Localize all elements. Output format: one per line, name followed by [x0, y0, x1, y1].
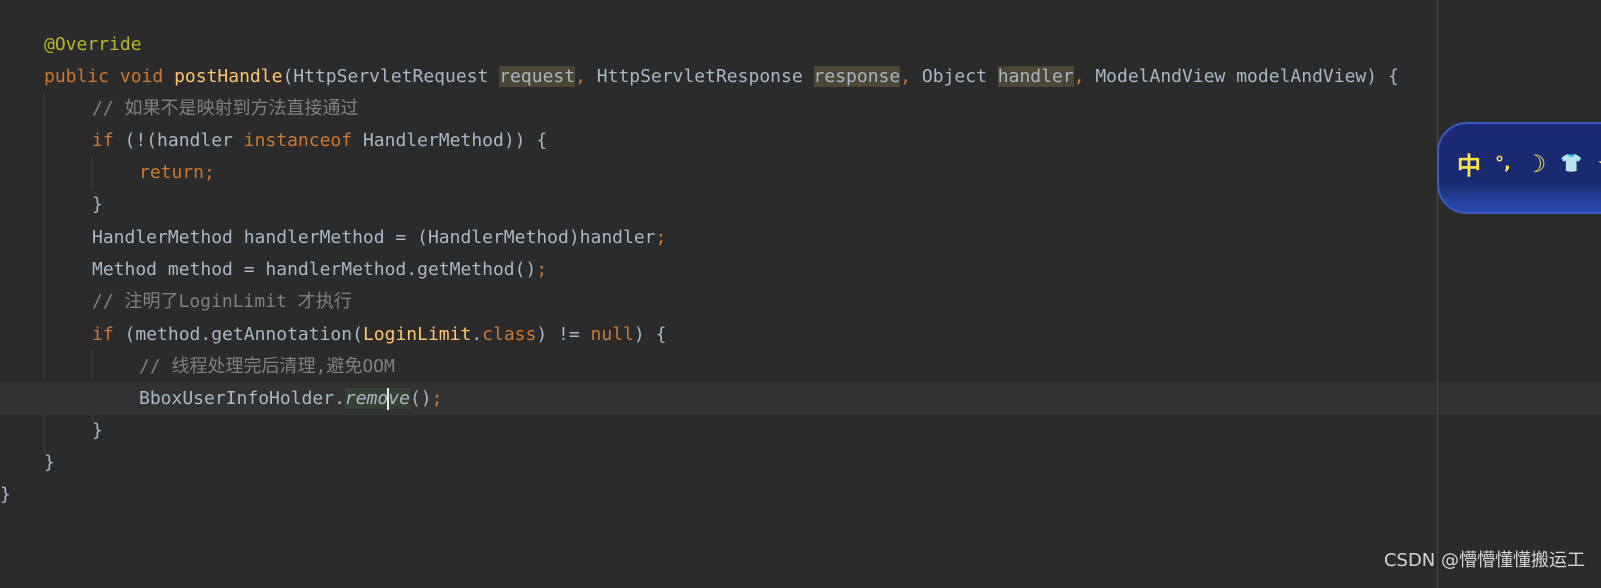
type-token: ModelAndView [1095, 66, 1226, 87]
keyword-token: instanceof [243, 130, 353, 151]
code-line[interactable]: Method method = handlerMethod.getMethod(… [0, 253, 547, 286]
brace-token: } [92, 420, 103, 441]
code-token: Method method = handlerMethod.getMethod(… [92, 259, 537, 280]
code-line[interactable]: // 线程处理完后清理,避免OOM [0, 350, 395, 383]
punctuation-icon[interactable]: °, [1495, 153, 1511, 174]
skin-icon[interactable]: 👕 [1560, 153, 1582, 174]
annotation-token: @Override [44, 34, 142, 55]
keyword-token: null [590, 324, 634, 345]
semicolon-token: ; [204, 162, 215, 183]
code-line[interactable]: } [0, 188, 103, 221]
brace-token: ) { [1366, 66, 1399, 87]
code-line[interactable]: // 注明了LoginLimit 才执行 [0, 285, 352, 318]
code-token: (!(handler [113, 130, 244, 151]
ime-mode-toggle[interactable]: 中 [1457, 146, 1481, 181]
code-line[interactable]: HandlerMethod handlerMethod = (HandlerMe… [0, 221, 666, 254]
moon-icon[interactable]: ☽ [1525, 150, 1547, 178]
code-token: ) != [536, 324, 591, 345]
watermark-text: CSDN @懵懵懂懂搬运工 [1383, 550, 1585, 571]
keyword-token: class [482, 324, 537, 345]
keyword-token: public [44, 66, 110, 87]
param-token: modelAndView [1236, 66, 1367, 87]
comment-token: // 如果不是映射到方法直接通过 [92, 98, 359, 119]
method-token: remove [344, 388, 410, 410]
code-line[interactable]: if (method.getAnnotation(LoginLimit.clas… [0, 318, 666, 351]
semicolon-token: ; [655, 227, 667, 248]
brace-token: } [92, 194, 103, 215]
semicolon-token: ; [536, 259, 548, 280]
code-line[interactable]: public void postHandle(HttpServletReques… [0, 60, 1399, 93]
return-statement: return; [139, 156, 215, 189]
code-line[interactable]: // 如果不是映射到方法直接通过 [0, 92, 359, 125]
code-line[interactable]: return; [0, 156, 215, 189]
current-code-line[interactable]: BboxUserInfoHolder.remove(); [0, 382, 1601, 415]
code-line[interactable]: if (!(handler instanceof HandlerMethod))… [0, 124, 547, 157]
brace-token: } [44, 452, 55, 473]
code-line[interactable]: } [0, 414, 103, 447]
param-token: request [499, 66, 576, 87]
class-token: LoginLimit [362, 324, 472, 345]
code-token: HandlerMethod)) { [352, 130, 548, 151]
if-statement: if (method.getAnnotation(LoginLimit.clas… [92, 318, 666, 351]
type-token: HttpServletResponse [596, 66, 803, 87]
ime-toolbar-glow [1439, 186, 1601, 212]
code-line[interactable]: @Override [0, 28, 142, 61]
param-token: handler [997, 66, 1074, 87]
code-line[interactable]: } [0, 478, 43, 511]
code-token: ) { [633, 324, 667, 345]
param-token: response [813, 66, 901, 87]
type-token: HttpServletRequest [293, 66, 489, 87]
star-icon[interactable]: ★ [1597, 150, 1601, 178]
keyword-token: if [92, 130, 114, 151]
code-token: HandlerMethod handlerMethod = (HandlerMe… [92, 227, 656, 248]
ime-toolbar[interactable]: 中 °, ☽ 👕 ★ [1437, 122, 1601, 214]
statement: BboxUserInfoHolder.remove(); [139, 382, 442, 415]
method-token-part: remo [344, 388, 389, 409]
comment-token: // 线程处理完后清理,避免OOM [139, 356, 395, 377]
code-token: BboxUserInfoHolder. [139, 388, 345, 409]
code-token: . [471, 324, 483, 345]
keyword-token: void [119, 66, 164, 87]
code-token: () [409, 388, 432, 409]
keyword-token: return [139, 162, 205, 183]
brace-token: } [0, 484, 11, 505]
right-margin-guide [1437, 0, 1438, 588]
code-editor[interactable]: @Override public void postHandle(HttpSer… [0, 0, 1601, 588]
statement: Method method = handlerMethod.getMethod(… [92, 253, 547, 286]
code-token: (method.getAnnotation( [113, 324, 363, 345]
if-statement: if (!(handler instanceof HandlerMethod))… [92, 124, 547, 157]
semicolon-token: ; [431, 388, 443, 409]
code-line[interactable]: } [0, 446, 55, 479]
method-signature: public void postHandle(HttpServletReques… [44, 66, 1399, 87]
keyword-token: if [92, 324, 114, 345]
comment-token: // 注明了LoginLimit 才执行 [92, 291, 352, 312]
ime-toolbar-icons: 中 °, ☽ 👕 ★ [1457, 146, 1601, 181]
indent-guide [92, 156, 93, 190]
method-token-part: ve [388, 388, 410, 409]
type-token: Object [921, 66, 987, 87]
method-name: postHandle [174, 66, 283, 87]
statement: HandlerMethod handlerMethod = (HandlerMe… [92, 221, 666, 254]
